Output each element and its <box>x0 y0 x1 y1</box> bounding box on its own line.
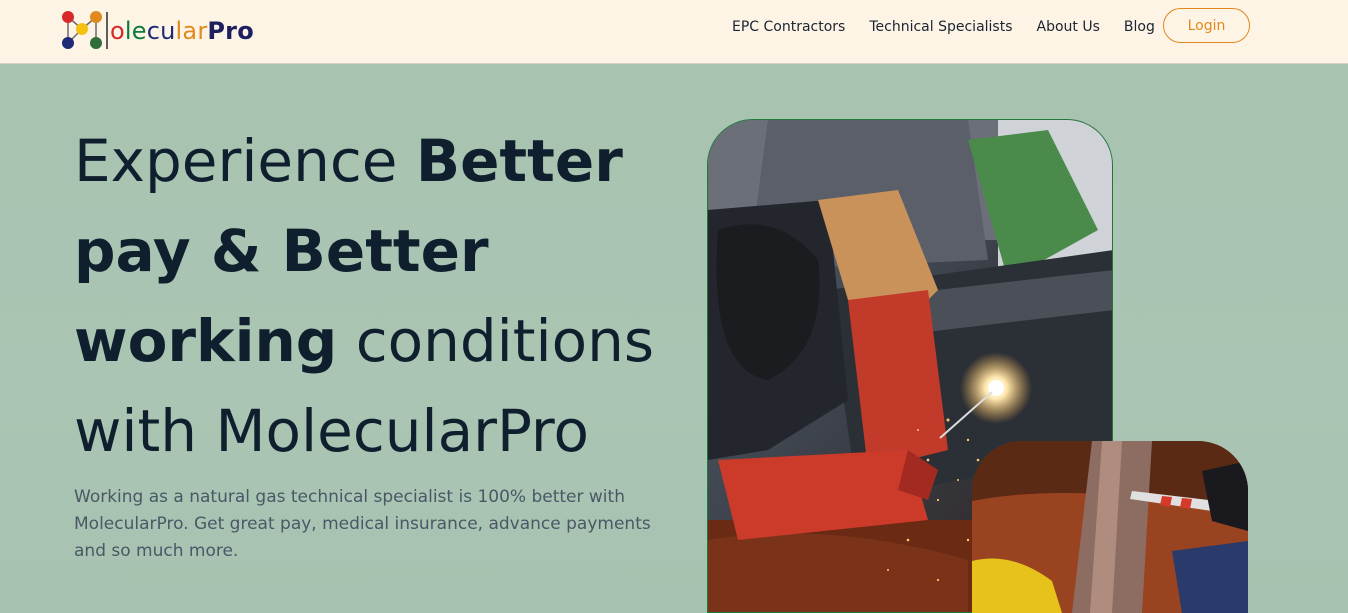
nav-link-epc-contractors[interactable]: EPC Contractors <box>732 19 845 35</box>
hero-title: Experience Better pay & Better working c… <box>74 116 674 476</box>
hero-section: Experience Better pay & Better working c… <box>0 64 1348 613</box>
brand-logo[interactable]: olecularPro <box>60 9 254 53</box>
brand-name-part: o <box>110 17 125 45</box>
molecule-logo-icon <box>62 11 108 49</box>
brand-name-part: cu <box>146 17 176 45</box>
main-nav: EPC Contractors Technical Specialists Ab… <box>732 0 1179 53</box>
brand-name-part: lar <box>175 17 208 45</box>
brand-name-part: Pro <box>207 17 254 45</box>
nav-link-technical-specialists[interactable]: Technical Specialists <box>869 19 1012 35</box>
brand-name-part: le <box>124 17 147 45</box>
hero-subtitle: Working as a natural gas technical speci… <box>74 487 651 561</box>
site-header: olecularPro EPC Contractors Technical Sp… <box>0 0 1348 64</box>
login-button[interactable]: Login <box>1163 8 1250 43</box>
nav-link-about-us[interactable]: About Us <box>1037 19 1100 35</box>
pipeline-photo-icon <box>972 441 1248 613</box>
nav-link-blog[interactable]: Blog <box>1124 19 1155 35</box>
hero-title-text: Experience <box>74 127 416 195</box>
pipeline-photo <box>972 441 1248 613</box>
brand-name: olecularPro <box>110 9 254 53</box>
